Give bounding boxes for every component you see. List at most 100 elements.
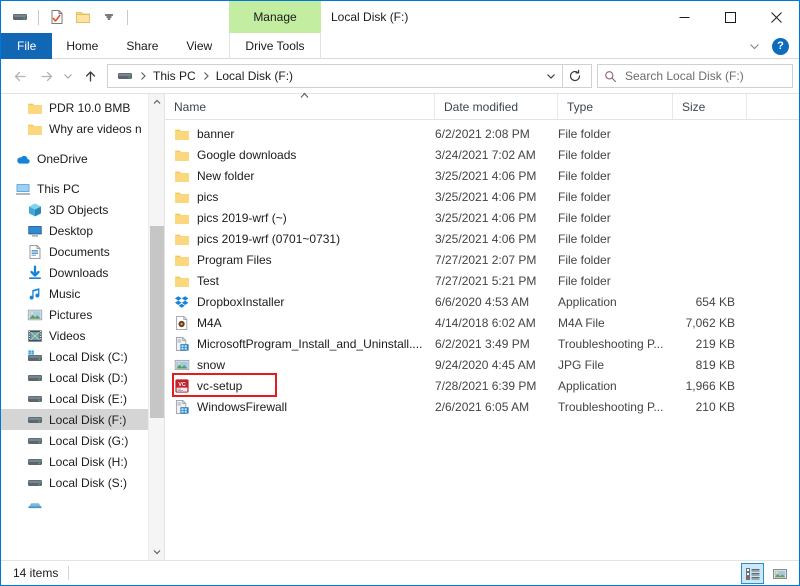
forward-button[interactable]	[33, 63, 59, 89]
table-row[interactable]: WindowsFirewall 2/6/2021 6:05 AM Troublesh…	[165, 396, 799, 417]
table-row[interactable]: M4A 4/14/2018 6:02 AM M4A File 7,062 KB	[165, 312, 799, 333]
table-row[interactable]: snow 9/24/2020 4:45 AM JPG File 819 KB	[165, 354, 799, 375]
table-row[interactable]: MicrosoftProgram_Install_and_Uninstall..…	[165, 333, 799, 354]
drive-icon[interactable]	[9, 6, 31, 28]
tab-home[interactable]: Home	[52, 33, 112, 59]
table-row[interactable]: pics 2019-wrf (0701~0731) 3/25/2021 4:06 …	[165, 228, 799, 249]
sort-ascending-icon	[300, 92, 309, 99]
chevron-down-icon[interactable]	[98, 6, 120, 28]
svg-text:VC: VC	[178, 381, 186, 387]
tab-file[interactable]: File	[1, 33, 53, 59]
column-header-type[interactable]: Type	[558, 94, 673, 119]
sidebar-item-why-are-videos-n[interactable]: Why are videos n	[1, 118, 164, 139]
chevron-down-icon[interactable]	[745, 41, 764, 52]
folder-icon	[174, 273, 190, 289]
breadcrumb-item-this-pc[interactable]: This PC	[148, 66, 201, 86]
file-date-cell: 3/25/2021 4:06 PM	[435, 210, 537, 225]
file-name-cell[interactable]: Test	[165, 273, 435, 289]
file-type-cell: Troubleshooting P...	[558, 336, 664, 351]
file-name-cell[interactable]: M4A	[165, 315, 435, 331]
table-row[interactable]: banner 6/2/2021 2:08 PM File folder	[165, 123, 799, 144]
refresh-icon[interactable]	[563, 64, 587, 88]
column-header-date-modified[interactable]: Date modified	[435, 94, 558, 119]
sidebar-item-3d-objects[interactable]: 3D Objects	[1, 199, 164, 220]
sidebar-item-local-disk-c[interactable]: Local Disk (C:)	[1, 346, 164, 367]
folder-icon	[27, 121, 43, 137]
navigation-scrollbar[interactable]	[148, 94, 164, 560]
file-name-cell[interactable]: VC vc-setup	[165, 378, 435, 394]
navigation-scrollbar-thumb[interactable]	[150, 226, 164, 418]
sidebar-item-local-disk-f[interactable]: Local Disk (F:)	[1, 409, 164, 430]
table-row[interactable]: VC vc-setup 7/28/2021 6:39 PM Application 1,…	[165, 375, 799, 396]
table-row[interactable]: Test 7/27/2021 5:21 PM File folder	[165, 270, 799, 291]
network-icon	[27, 496, 43, 512]
tab-view[interactable]: View	[172, 33, 226, 59]
table-row[interactable]: New folder 3/25/2021 4:06 PM File folder	[165, 165, 799, 186]
recent-locations-button[interactable]	[59, 63, 77, 89]
file-date-cell: 3/25/2021 4:06 PM	[435, 168, 537, 183]
details-view-button[interactable]	[741, 563, 764, 584]
table-row[interactable]: pics 2019-wrf (~) 3/25/2021 4:06 PM File f…	[165, 207, 799, 228]
up-button[interactable]	[77, 63, 103, 89]
properties-icon[interactable]	[46, 6, 68, 28]
back-button[interactable]	[7, 63, 33, 89]
breadcrumb-separator-1[interactable]	[138, 71, 148, 81]
help-icon[interactable]: ?	[772, 37, 789, 55]
file-name-cell[interactable]: DropboxInstaller	[165, 294, 435, 310]
search-box[interactable]: Search Local Disk (F:)	[597, 64, 793, 88]
large-icons-view-button[interactable]	[768, 563, 791, 584]
file-name-cell[interactable]: New folder	[165, 168, 435, 184]
sidebar-item-this-pc[interactable]: This PC	[1, 178, 164, 199]
file-type-cell: File folder	[558, 168, 611, 183]
sidebar-item-pdr-10-0-bmb[interactable]: PDR 10.0 BMB	[1, 97, 164, 118]
sidebar-item-local-disk-s[interactable]: Local Disk (S:)	[1, 472, 164, 493]
column-header-row: Name Date modified Type Size	[165, 92, 799, 120]
chevron-down-icon[interactable]	[540, 71, 562, 81]
sidebar-item-label: Downloads	[49, 265, 109, 280]
file-name-cell[interactable]: snow	[165, 357, 435, 373]
file-name-cell[interactable]: Program Files	[165, 252, 435, 268]
sidebar-item-documents[interactable]: Documents	[1, 241, 164, 262]
file-name-cell[interactable]: pics 2019-wrf (0701~0731)	[165, 231, 435, 247]
sidebar-item-network[interactable]	[1, 493, 164, 514]
table-row[interactable]: Program Files 7/27/2021 2:07 PM File folde…	[165, 249, 799, 270]
close-button[interactable]	[753, 1, 799, 33]
column-header-name[interactable]: Name	[165, 92, 435, 119]
table-row[interactable]: pics 3/25/2021 4:06 PM File folder	[165, 186, 799, 207]
sidebar-item-desktop[interactable]: Desktop	[1, 220, 164, 241]
maximize-button[interactable]	[707, 1, 753, 33]
chevron-down-icon[interactable]	[149, 544, 164, 560]
file-type-cell: File folder	[558, 147, 611, 162]
breadcrumb-item-local-disk-f[interactable]: Local Disk (F:)	[211, 66, 298, 86]
sidebar-item-local-disk-d[interactable]: Local Disk (D:)	[1, 367, 164, 388]
file-name-cell[interactable]: WindowsFirewall	[165, 399, 435, 415]
file-name-cell[interactable]: pics 2019-wrf (~)	[165, 210, 435, 226]
tab-drive-tools[interactable]: Drive Tools	[229, 33, 321, 59]
tab-share[interactable]: Share	[112, 33, 172, 59]
sidebar-item-pictures[interactable]: Pictures	[1, 304, 164, 325]
file-name-label: Test	[197, 273, 220, 288]
sidebar-item-local-disk-g[interactable]: Local Disk (G:)	[1, 430, 164, 451]
file-name-cell[interactable]: pics	[165, 189, 435, 205]
breadcrumb-bar[interactable]: This PC Local Disk (F:)	[107, 64, 592, 88]
sidebar-item-onedrive[interactable]: OneDrive	[1, 148, 164, 169]
breadcrumb-separator-2[interactable]	[201, 71, 211, 81]
sidebar-item-downloads[interactable]: Downloads	[1, 262, 164, 283]
new-folder-icon[interactable]	[72, 6, 94, 28]
file-name-cell[interactable]: banner	[165, 126, 435, 142]
file-date-cell: 2/6/2021 6:05 AM	[435, 399, 530, 414]
minimize-button[interactable]	[661, 1, 707, 33]
table-row[interactable]: DropboxInstaller 6/6/2020 4:53 AM Applicat…	[165, 291, 799, 312]
file-name-cell[interactable]: MicrosoftProgram_Install_and_Uninstall..…	[165, 336, 435, 352]
sidebar-item-music[interactable]: Music	[1, 283, 164, 304]
column-header-size[interactable]: Size	[673, 94, 747, 119]
file-name-label: WindowsFirewall	[197, 399, 288, 414]
search-input[interactable]: Search Local Disk (F:)	[625, 69, 744, 83]
table-row[interactable]: Google downloads 3/24/2021 7:02 AM File fo…	[165, 144, 799, 165]
sidebar-item-local-disk-e[interactable]: Local Disk (E:)	[1, 388, 164, 409]
chevron-up-icon[interactable]	[149, 94, 164, 110]
file-name-label: snow	[197, 357, 226, 372]
file-name-cell[interactable]: Google downloads	[165, 147, 435, 163]
sidebar-item-local-disk-h[interactable]: Local Disk (H:)	[1, 451, 164, 472]
sidebar-item-videos[interactable]: Videos	[1, 325, 164, 346]
